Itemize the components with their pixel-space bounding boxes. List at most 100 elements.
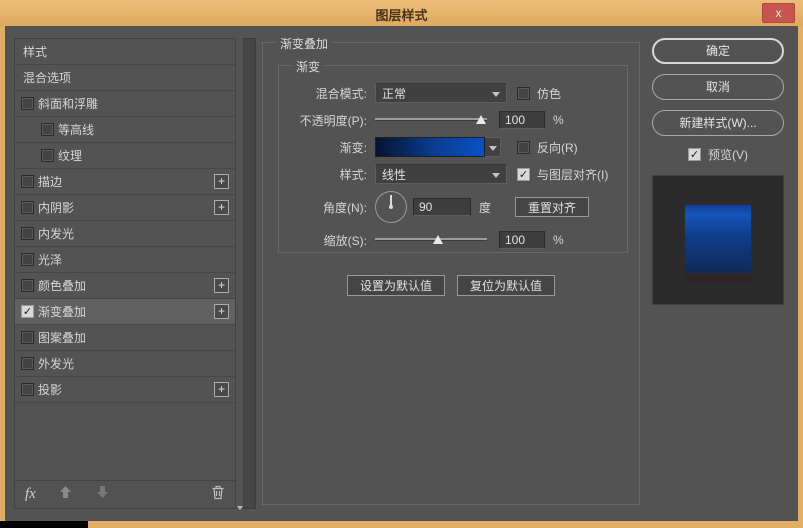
opacity-unit: % [553,113,564,127]
effect-checkbox[interactable] [21,175,34,188]
sidebar-item-3[interactable]: 等高线 [15,117,235,143]
effect-checkbox[interactable] [21,253,34,266]
preview-square-shadow [685,275,751,283]
set-default-button[interactable]: 设置为默认值 [347,275,445,296]
sidebar-item-label: 斜面和浮雕 [38,95,229,112]
add-instance-icon[interactable]: + [214,200,229,215]
sidebar-item-10[interactable]: ✓ 渐变叠加+ [15,299,235,325]
effect-checkbox[interactable] [21,357,34,370]
delete-effect-icon[interactable] [211,485,225,505]
effect-checkbox[interactable] [21,227,34,240]
dialog-title: 图层样式 [0,5,803,24]
sidebar-item-0[interactable]: 样式 [15,39,235,65]
add-instance-icon[interactable]: + [214,174,229,189]
style-label: 样式: [283,166,367,183]
gradient-picker-button[interactable] [485,137,501,157]
sidebar-item-9[interactable]: 颜色叠加+ [15,273,235,299]
scale-unit: % [553,233,564,247]
sidebar-item-label: 颜色叠加 [38,277,214,294]
scale-slider[interactable] [375,233,487,247]
scale-label: 缩放(S): [283,232,367,249]
effect-checkbox[interactable] [21,331,34,344]
reset-default-button[interactable]: 复位为默认值 [457,275,555,296]
gradient-swatch[interactable] [375,137,485,157]
scale-slider-track[interactable] [375,238,487,240]
effect-checkbox[interactable] [41,123,54,136]
reset-alignment-button[interactable]: 重置对齐 [515,197,589,217]
blend-mode-select[interactable]: 正常 [375,83,507,103]
blend-mode-row: 混合模式: 正常 仿色 [279,82,627,104]
angle-row: 角度(N): 度 重置对齐 [279,190,627,224]
angle-dial[interactable] [375,191,407,223]
align-with-layer-checkbox[interactable]: ✓ [517,168,530,181]
ok-button[interactable]: 确定 [652,38,784,64]
preview-label: 预览(V) [708,146,748,163]
layer-style-dialog: 图层样式 x 样式混合选项斜面和浮雕等高线纹理描边+内阴影+内发光光泽颜色叠加+… [0,0,803,528]
sidebar-list: 样式混合选项斜面和浮雕等高线纹理描边+内阴影+内发光光泽颜色叠加+✓渐变叠加+图… [15,39,235,403]
effect-checkbox[interactable] [21,97,34,110]
title-bar[interactable]: 图层样式 x [0,0,803,26]
sidebar-item-label: 外发光 [38,355,229,372]
add-instance-icon[interactable]: + [214,382,229,397]
cancel-button[interactable]: 取消 [652,74,784,100]
sidebar-item-8[interactable]: 光泽 [15,247,235,273]
sidebar-item-label: 等高线 [58,121,229,138]
dialog-content: 样式混合选项斜面和浮雕等高线纹理描边+内阴影+内发光光泽颜色叠加+✓渐变叠加+图… [5,26,798,521]
sidebar-item-label: 渐变叠加 [38,303,214,320]
sidebar-item-4[interactable]: 纹理 [15,143,235,169]
sidebar-item-12[interactable]: 外发光 [15,351,235,377]
sidebar-item-label: 样式 [23,43,229,60]
section-title: 渐变叠加 [275,35,333,52]
sidebar-item-2[interactable]: 斜面和浮雕 [15,91,235,117]
gradient-row: 渐变: 反向(R) [279,136,627,158]
add-instance-icon[interactable]: + [214,278,229,293]
effect-checkbox[interactable] [21,201,34,214]
group-title: 渐变 [291,58,325,75]
sidebar-item-label: 描边 [38,173,214,190]
effect-checkbox[interactable]: ✓ [21,305,34,318]
style-row: 样式: 线性 ✓ 与图层对齐(I) [279,163,627,185]
close-button[interactable]: x [762,3,795,23]
opacity-slider-track[interactable] [375,118,487,120]
effect-checkbox[interactable] [41,149,54,162]
add-instance-icon[interactable]: + [214,304,229,319]
move-effect-up-icon[interactable] [58,485,73,504]
chevron-down-icon [489,146,497,151]
opacity-slider-thumb[interactable] [476,115,486,124]
sidebar-item-label: 内阴影 [38,199,214,216]
angle-input[interactable] [413,198,471,216]
gradient-settings: 混合模式: 正常 仿色 不透明度(P): [279,66,627,251]
opacity-slider[interactable] [375,113,487,127]
opacity-input[interactable] [499,111,545,129]
defaults-row: 设置为默认值 复位为默认值 [263,275,639,296]
effect-checkbox[interactable] [21,279,34,292]
scale-slider-thumb[interactable] [433,235,443,244]
sidebar-item-6[interactable]: 内阴影+ [15,195,235,221]
opacity-row: 不透明度(P): % [279,109,627,131]
scale-input[interactable] [499,231,545,249]
sidebar-item-13[interactable]: 投影+ [15,377,235,403]
new-style-button[interactable]: 新建样式(W)... [652,110,784,136]
style-preview-thumbnail [652,175,784,305]
fx-menu-icon[interactable]: fx [25,486,36,503]
move-effect-down-icon[interactable] [95,485,110,504]
chevron-down-icon [492,173,500,178]
preview-toggle-row: ✓ 预览(V) [650,146,786,163]
preview-checkbox[interactable]: ✓ [688,148,701,161]
scale-row: 缩放(S): % [279,229,627,251]
style-select[interactable]: 线性 [375,164,507,184]
reverse-label: 反向(R) [537,139,578,156]
effect-checkbox[interactable] [21,383,34,396]
sidebar-item-5[interactable]: 描边+ [15,169,235,195]
sidebar-item-11[interactable]: 图案叠加 [15,325,235,351]
sidebar-scrollbar[interactable] [243,38,256,509]
opacity-label: 不透明度(P): [283,112,367,129]
angle-hub [389,205,393,209]
sidebar-item-7[interactable]: 内发光 [15,221,235,247]
fx-toolbar: fx [15,480,235,508]
preview-gradient-square [685,205,751,273]
reverse-checkbox[interactable] [517,141,530,154]
angle-unit: 度 [479,199,491,216]
sidebar-item-1[interactable]: 混合选项 [15,65,235,91]
dither-checkbox[interactable] [517,87,530,100]
